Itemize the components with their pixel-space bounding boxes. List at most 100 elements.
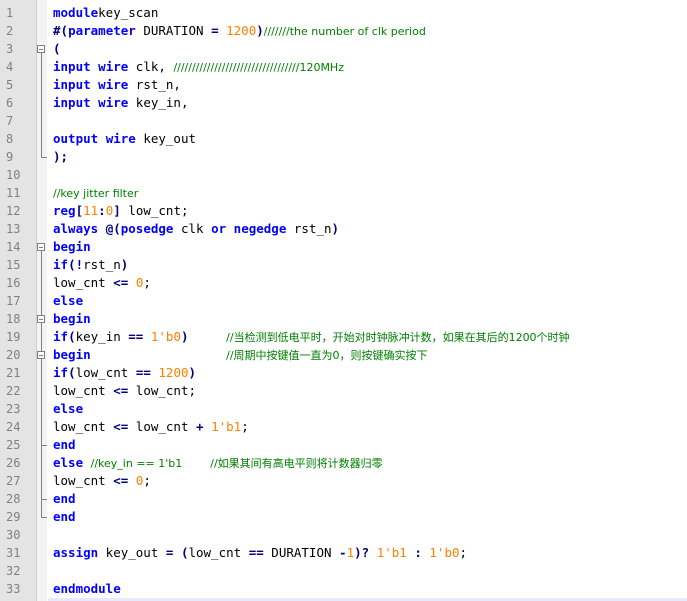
- code-line[interactable]: 12 reg[11:0] low_cnt;: [0, 202, 687, 220]
- line-number: 7: [6, 114, 14, 128]
- code-token: wire: [105, 131, 136, 146]
- code-line[interactable]: 29 end: [0, 508, 687, 526]
- code-text[interactable]: always @(posedge clk or negedge rst_n): [53, 220, 339, 238]
- code-token: low_cnt: [188, 545, 249, 560]
- code-token: 1'b1: [211, 419, 242, 434]
- code-text[interactable]: low_cnt <= low_cnt + 1'b1;: [53, 418, 249, 436]
- line-number: 19: [6, 330, 21, 344]
- code-token: posedge: [120, 221, 174, 236]
- code-text[interactable]: low_cnt <= 0;: [53, 472, 151, 490]
- code-text[interactable]: end: [53, 490, 76, 508]
- code-line[interactable]: 2 #(parameter DURATION = 1200)///////the …: [0, 22, 687, 40]
- code-line[interactable]: 28 end: [0, 490, 687, 508]
- code-token: ]: [113, 203, 121, 218]
- line-number: 12: [6, 204, 21, 218]
- code-line[interactable]: 8 output wire key_out: [0, 130, 687, 148]
- code-token: ==: [248, 545, 264, 560]
- code-text[interactable]: assign key_out = (low_cnt == DURATION -1…: [53, 544, 467, 562]
- code-line[interactable]: 27 low_cnt <= 0;: [0, 472, 687, 490]
- fold-toggle-icon[interactable]: [37, 243, 45, 251]
- code-line[interactable]: 13 always @(posedge clk or negedge rst_n): [0, 220, 687, 238]
- code-text[interactable]: reg[11:0] low_cnt;: [53, 202, 189, 220]
- code-token: if: [53, 365, 69, 380]
- code-line[interactable]: 30: [0, 526, 687, 544]
- code-token: rst_n: [83, 257, 121, 272]
- code-line[interactable]: 3(: [0, 40, 687, 58]
- code-token: ==: [135, 365, 151, 380]
- code-token: key_in,: [128, 95, 189, 110]
- code-text[interactable]: modulekey_scan: [53, 4, 158, 22]
- code-token: if: [53, 329, 69, 344]
- code-text[interactable]: input wire key_in,: [53, 94, 189, 112]
- code-line[interactable]: 18 begin: [0, 310, 687, 328]
- code-text[interactable]: low_cnt <= 0;: [53, 274, 151, 292]
- code-token: 1: [346, 545, 355, 560]
- line-number: 20: [6, 348, 21, 362]
- fold-toggle-icon[interactable]: [37, 45, 45, 53]
- code-line[interactable]: 31 assign key_out = (low_cnt == DURATION …: [0, 544, 687, 562]
- code-token: wire: [98, 95, 129, 110]
- code-text[interactable]: output wire key_out: [53, 130, 196, 148]
- code-text[interactable]: end: [53, 508, 76, 526]
- code-line[interactable]: 21 if(low_cnt == 1200): [0, 364, 687, 382]
- code-line[interactable]: 20 begin //周期中按键值一直为0，则按键确实按下: [0, 346, 687, 364]
- code-line[interactable]: 14 begin: [0, 238, 687, 256]
- code-token: module: [53, 5, 99, 20]
- code-token: ==: [128, 329, 144, 344]
- code-token: 1200: [158, 365, 189, 380]
- code-text[interactable]: input wire clk, ////////////////////////…: [53, 58, 344, 76]
- code-text[interactable]: if(low_cnt == 1200): [53, 364, 196, 382]
- code-text[interactable]: //key jitter filter: [53, 184, 138, 202]
- code-text[interactable]: begin //周期中按键值一直为0，则按键确实按下: [53, 346, 428, 364]
- code-line[interactable]: 33 endmodule: [0, 580, 687, 598]
- code-token: low_cnt;: [120, 203, 189, 218]
- code-token: //key jitter filter: [53, 187, 139, 200]
- code-token: ): [256, 23, 264, 38]
- code-text[interactable]: else //key_in == 1'b1 //如果其间有高电平则将计数器归零: [53, 454, 383, 472]
- code-text[interactable]: low_cnt <= low_cnt;: [53, 382, 196, 400]
- code-line[interactable]: 9);: [0, 148, 687, 166]
- code-text[interactable]: (: [53, 40, 61, 58]
- code-text[interactable]: input wire rst_n,: [53, 76, 181, 94]
- code-text[interactable]: begin: [53, 238, 91, 256]
- code-line[interactable]: 17 else: [0, 292, 687, 310]
- code-line[interactable]: 26 else //key_in == 1'b1 //如果其间有高电平则将计数器归…: [0, 454, 687, 472]
- code-text[interactable]: if(key_in == 1'b0) //当检测到低电平时，开始对时钟脉冲计数，…: [53, 328, 570, 346]
- code-line[interactable]: 4 input wire clk, ///////////////////////…: [0, 58, 687, 76]
- code-line[interactable]: 19 if(key_in == 1'b0) //当检测到低电平时，开始对时钟脉冲计…: [0, 328, 687, 346]
- code-line[interactable]: 16 low_cnt <= 0;: [0, 274, 687, 292]
- code-text[interactable]: );: [53, 148, 68, 166]
- code-text[interactable]: if(!rst_n): [53, 256, 128, 274]
- code-line[interactable]: 5 input wire rst_n,: [0, 76, 687, 94]
- code-line[interactable]: 25 end: [0, 436, 687, 454]
- code-editor[interactable]: 1 modulekey_scan 2 #(parameter DURATION = 1…: [0, 0, 687, 601]
- code-line[interactable]: 1 modulekey_scan: [0, 4, 687, 22]
- fold-toggle-icon[interactable]: [37, 315, 45, 323]
- code-text[interactable]: endmodule: [53, 580, 121, 598]
- code-text[interactable]: #(parameter DURATION = 1200)///////the n…: [53, 22, 426, 40]
- code-line[interactable]: 22 low_cnt <= low_cnt;: [0, 382, 687, 400]
- code-text[interactable]: else: [53, 400, 83, 418]
- line-number: 28: [6, 492, 21, 506]
- code-token: <=: [113, 473, 129, 488]
- code-line[interactable]: 23 else: [0, 400, 687, 418]
- code-token: ): [188, 365, 197, 380]
- code-text[interactable]: end: [53, 436, 76, 454]
- code-token: key_out: [135, 131, 197, 146]
- code-line[interactable]: 10: [0, 166, 687, 184]
- code-line[interactable]: 11 //key jitter filter: [0, 184, 687, 202]
- code-line[interactable]: 7: [0, 112, 687, 130]
- code-line[interactable]: 24 low_cnt <= low_cnt + 1'b1;: [0, 418, 687, 436]
- code-text[interactable]: begin: [53, 310, 91, 328]
- code-text[interactable]: else: [53, 292, 83, 310]
- line-number: 30: [6, 528, 21, 542]
- code-token: wire: [98, 77, 129, 92]
- code-line[interactable]: 32: [0, 562, 687, 580]
- code-token: begin: [53, 239, 91, 254]
- code-line[interactable]: 15 if(!rst_n): [0, 256, 687, 274]
- fold-toggle-icon[interactable]: [37, 351, 45, 359]
- code-line[interactable]: 6 input wire key_in,: [0, 94, 687, 112]
